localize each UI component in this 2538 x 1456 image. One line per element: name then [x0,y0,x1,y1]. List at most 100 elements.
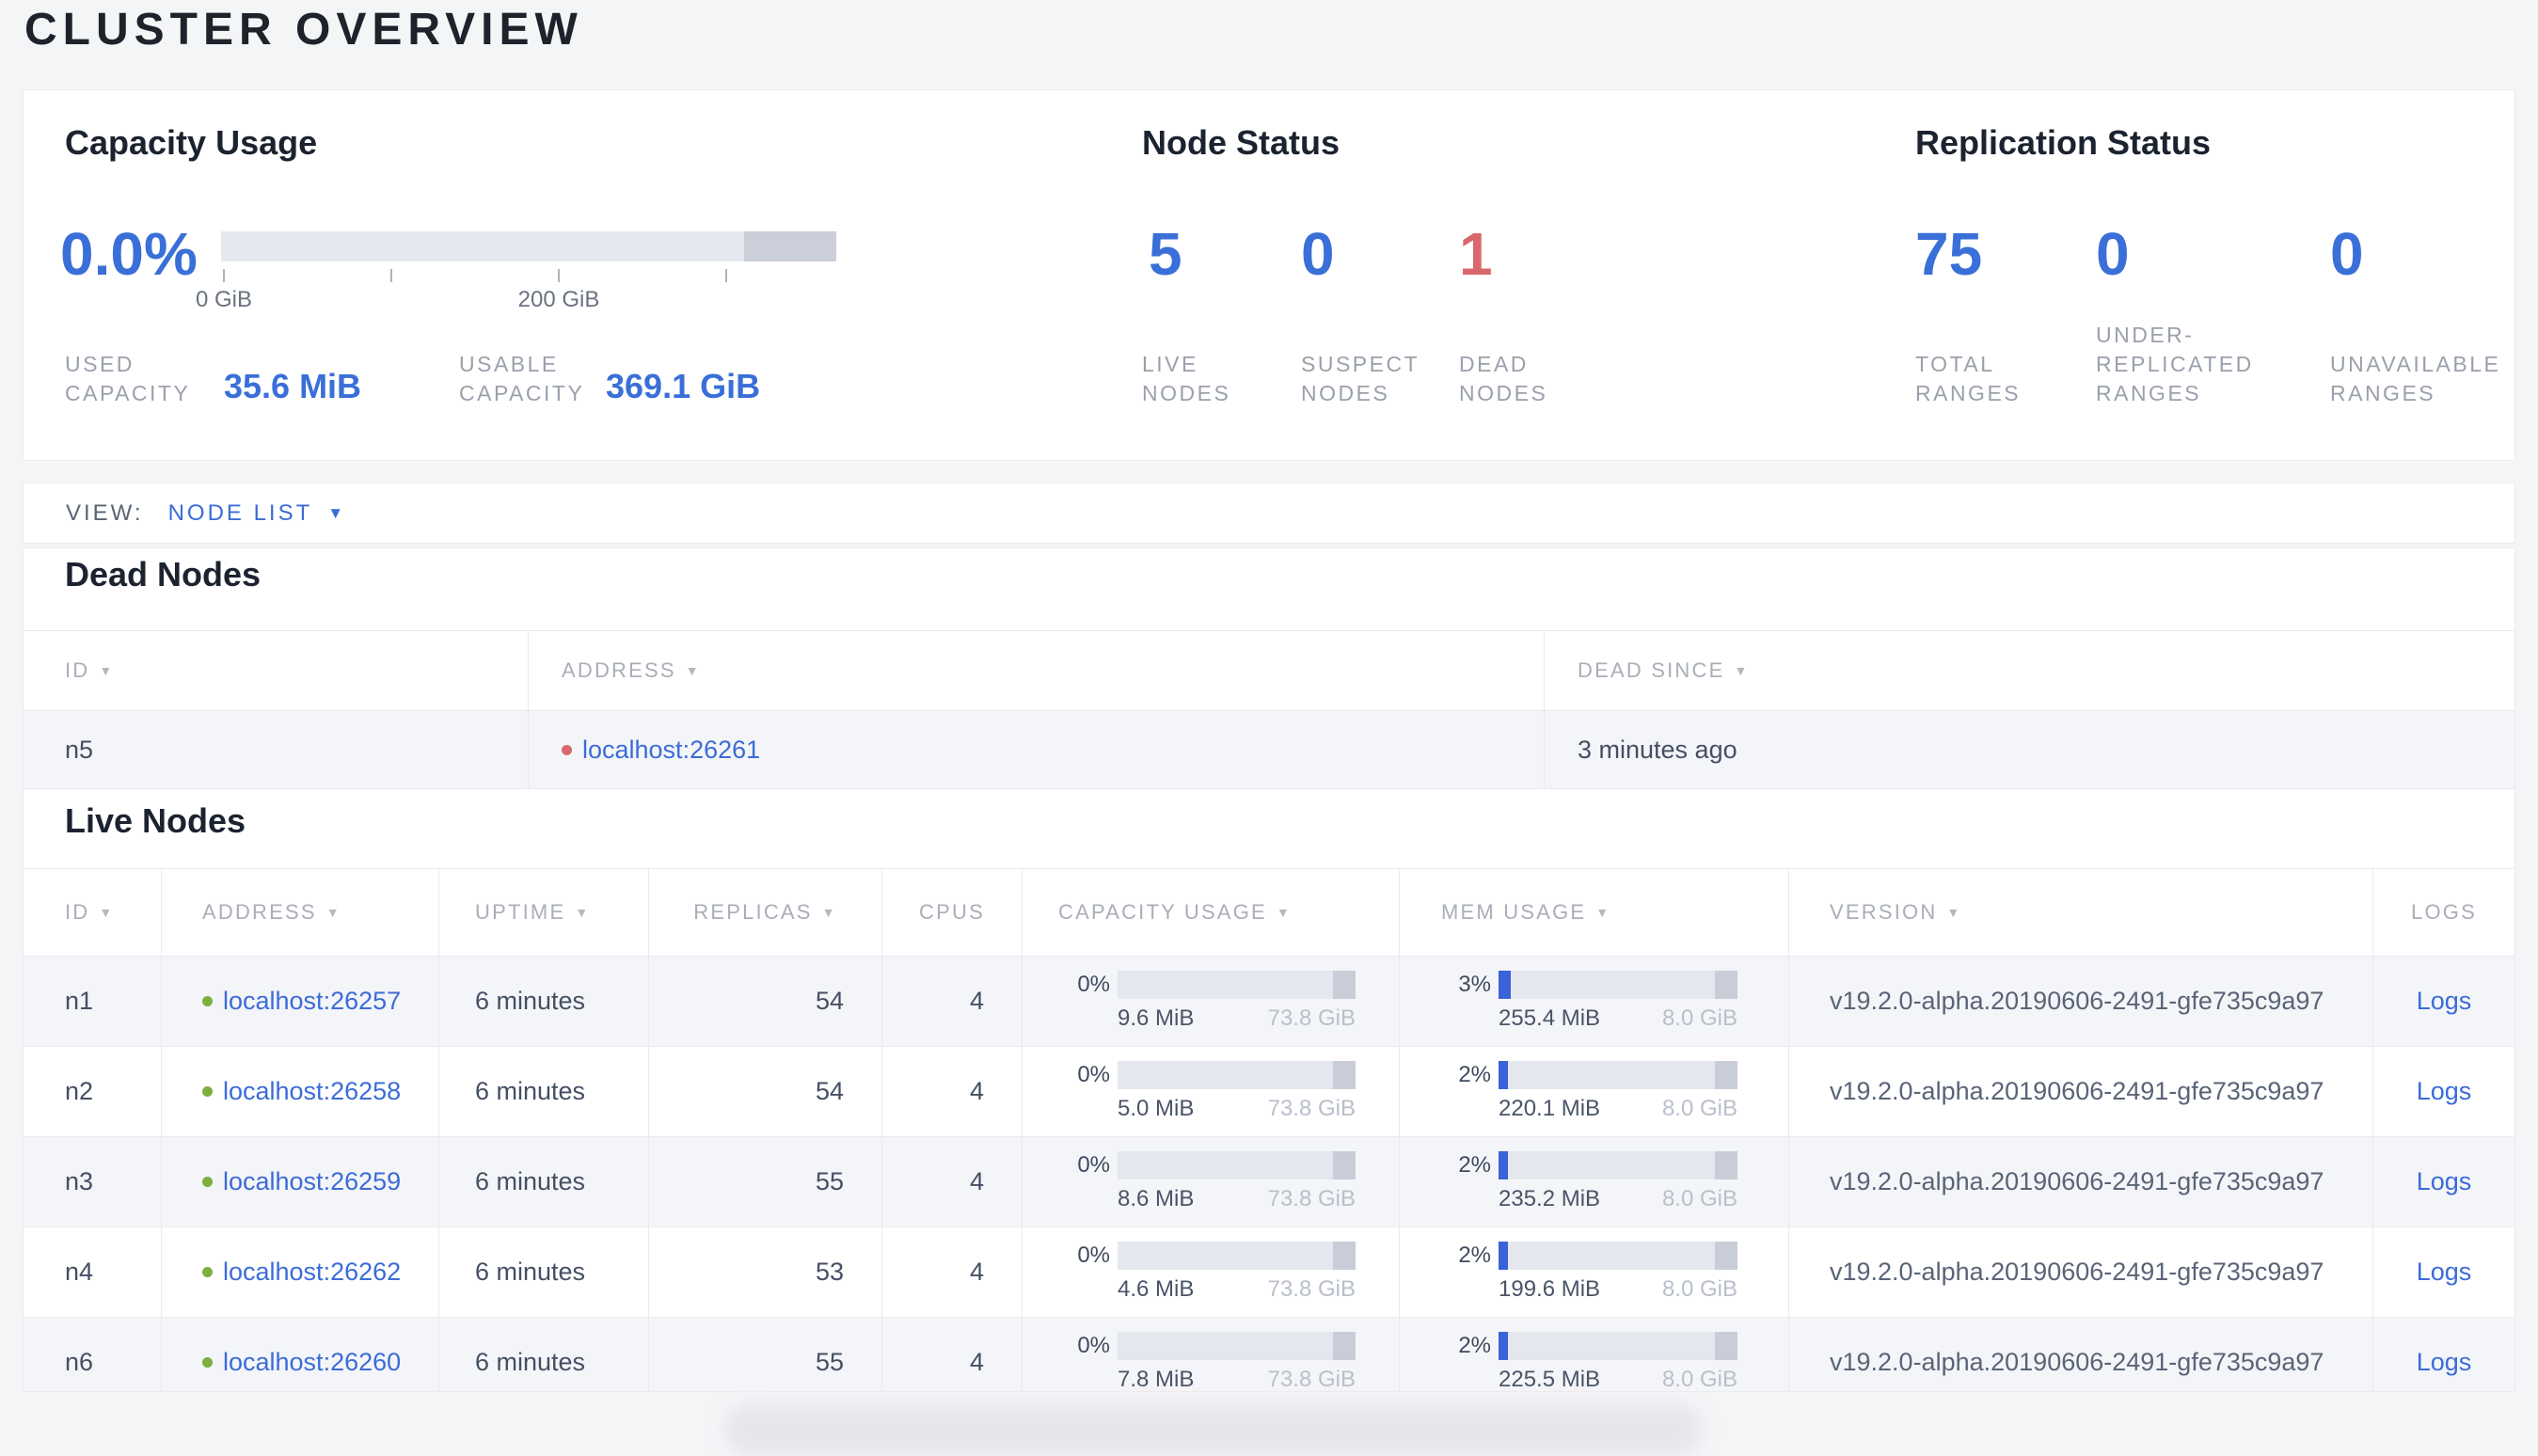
node-version: v19.2.0-alpha.20190606-2491-gfe735c9a97 [1788,1227,2372,1317]
table-row: n1 localhost:26257 6 minutes 54 4 0% 9.6… [24,957,2514,1047]
mem-used: 255.4 MiB [1499,1005,1601,1031]
logs-link[interactable]: Logs [2417,987,2472,1016]
mem-meter-bar [1499,1242,1737,1270]
live-status-dot-icon [202,1086,213,1097]
used-capacity-label: USED CAPACITY [65,352,191,405]
node-cpus: 4 [881,1137,1022,1227]
live-header-replicas[interactable]: REPLICAS [648,869,881,956]
capacity-percent: 0% [1077,1333,1110,1358]
sort-desc-icon [822,905,837,920]
node-address-link[interactable]: localhost:26262 [223,1258,401,1287]
node-mem-cell: 2% 225.5 MiB 8.0 GiB [1399,1318,1788,1392]
capacity-used: 5.0 MiB [1118,1096,1195,1121]
capacity-percent: 0% [1077,1062,1110,1087]
capacity-used: 9.6 MiB [1118,1005,1195,1031]
dead-header-dead-since[interactable]: DEAD SINCE [1544,631,2514,710]
axis-tick-label-0: 0 GiB [195,287,253,312]
live-header-mem[interactable]: MEM USAGE [1399,869,1788,956]
node-cpus: 4 [881,1318,1022,1391]
axis-tick [390,269,392,282]
node-logs-cell: Logs [2372,1137,2514,1227]
nodes-card: Dead Nodes ID ADDRESS DEAD SINCE n5 loca… [23,547,2515,1392]
replication-status-title: Replication Status [1915,123,2212,162]
live-header-capacity[interactable]: CAPACITY USAGE [1022,869,1399,956]
logs-link[interactable]: Logs [2417,1258,2472,1287]
live-nodes-table: ID ADDRESS UPTIME REPLICAS CPUS CAPACITY… [24,868,2514,1392]
capacity-used-percent: 0.0% [60,220,198,288]
live-header-version[interactable]: VERSION [1788,869,2372,956]
view-mode-dropdown[interactable]: NODE LIST [168,500,347,527]
cluster-overview-card: Capacity Usage 0.0% 0 GiB 200 GiB USED C… [23,89,2515,461]
capacity-meter-bar [1118,1332,1356,1360]
dead-status-dot-icon [562,744,572,755]
node-replicas: 54 [648,1047,881,1136]
node-capacity-cell: 0% 4.6 MiB 73.8 GiB [1022,1227,1399,1317]
capacity-usage-title: Capacity Usage [65,123,318,162]
table-row: n3 localhost:26259 6 minutes 55 4 0% 8.6… [24,1137,2514,1227]
node-replicas: 54 [648,957,881,1046]
live-header-logs: LOGS [2372,869,2514,956]
sort-desc-icon [326,905,341,920]
sort-desc-icon [99,905,114,920]
logs-link[interactable]: Logs [2417,1077,2472,1106]
node-logs-cell: Logs [2372,1047,2514,1136]
meter-other-segment [1332,1332,1356,1360]
live-header-address[interactable]: ADDRESS [161,869,438,956]
mem-used: 225.5 MiB [1499,1367,1601,1392]
node-address-link[interactable]: localhost:26257 [223,987,401,1016]
meter-other-segment [1332,1242,1356,1270]
mem-used: 220.1 MiB [1499,1096,1601,1121]
dead-header-address[interactable]: ADDRESS [528,631,1544,710]
dead-node-address-link[interactable]: localhost:26261 [582,736,760,765]
chevron-down-icon [327,504,346,523]
capacity-meter-bar [1118,1151,1356,1179]
live-nodes-label: LIVE NODES [1142,352,1231,405]
mem-percent: 2% [1458,1333,1491,1358]
node-id: n6 [65,1348,94,1376]
meter-used-segment [1499,971,1511,999]
node-address-link[interactable]: localhost:26258 [223,1077,401,1106]
node-address-cell: localhost:26258 [161,1047,438,1136]
node-address-link[interactable]: localhost:26260 [223,1348,401,1377]
table-row: n2 localhost:26258 6 minutes 54 4 0% 5.0… [24,1047,2514,1137]
meter-other-segment [1332,971,1356,999]
capacity-meter-bar [1118,1061,1356,1089]
view-label: VIEW: [66,499,144,526]
node-address-link[interactable]: localhost:26259 [223,1167,401,1196]
node-uptime: 6 minutes [438,1047,648,1136]
meter-other-segment [1714,1242,1737,1270]
node-id: n4 [65,1258,94,1286]
meter-used-segment [1499,1151,1509,1179]
mem-total: 8.0 GiB [1661,1367,1737,1392]
dead-node-address-cell: localhost:26261 [528,711,1544,788]
live-header-id[interactable]: ID [24,869,161,956]
node-capacity-cell: 0% 9.6 MiB 73.8 GiB [1022,957,1399,1046]
node-status-title: Node Status [1142,123,1340,162]
mem-total: 8.0 GiB [1661,1005,1737,1031]
live-nodes-heading: Live Nodes [65,801,246,840]
under-replicated-label: UNDER- REPLICATED RANGES [2096,323,2254,405]
dead-node-id: n5 [65,735,94,764]
capacity-usage-bar [221,231,836,261]
node-mem-cell: 2% 220.1 MiB 8.0 GiB [1399,1047,1788,1136]
meter-used-segment [1499,1242,1509,1270]
mem-meter-bar [1499,1061,1737,1089]
live-header-uptime[interactable]: UPTIME [438,869,648,956]
capacity-percent: 0% [1077,1152,1110,1178]
meter-other-segment [1332,1151,1356,1179]
node-id: n2 [65,1077,94,1105]
table-row: n6 localhost:26260 6 minutes 55 4 0% 7.8… [24,1318,2514,1392]
node-cpus: 4 [881,1047,1022,1136]
logs-link[interactable]: Logs [2417,1167,2472,1196]
mem-percent: 2% [1458,1062,1491,1087]
page-title: CLUSTER OVERVIEW [24,5,583,55]
node-id: n1 [65,987,94,1015]
logs-link[interactable]: Logs [2417,1348,2472,1377]
node-replicas: 55 [648,1318,881,1391]
capacity-used: 8.6 MiB [1118,1186,1195,1211]
capacity-total: 73.8 GiB [1267,1005,1356,1031]
meter-other-segment [1714,1332,1737,1360]
dead-header-id[interactable]: ID [24,631,528,710]
table-row: n5 localhost:26261 3 minutes ago [24,711,2514,789]
node-cpus: 4 [881,957,1022,1046]
